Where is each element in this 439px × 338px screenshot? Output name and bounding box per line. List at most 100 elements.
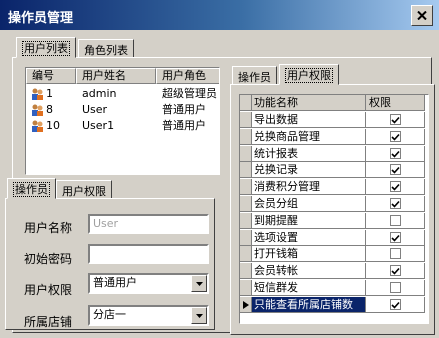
permission-checkbox[interactable] xyxy=(389,164,401,175)
tab-user-list[interactable]: 用户列表 xyxy=(16,37,76,58)
permission-name: 会员转帐 xyxy=(252,263,366,279)
permission-checkbox[interactable] xyxy=(389,131,401,142)
permission-row[interactable]: 兑换商品管理 xyxy=(240,129,425,145)
permission-checkbox[interactable] xyxy=(389,232,401,243)
user-name: User1 xyxy=(82,119,115,132)
permission-cell xyxy=(366,297,425,313)
title-bar[interactable]: 操作员管理 xyxy=(0,0,439,30)
row-pointer-icon xyxy=(242,300,249,309)
user-row[interactable]: 10 User1 普通用户 xyxy=(26,118,219,134)
permission-label: 用户权限 xyxy=(24,283,73,297)
column-header-permission[interactable]: 权限 xyxy=(366,95,425,111)
permission-name: 消费积分管理 xyxy=(252,179,366,195)
permission-cell xyxy=(366,263,425,279)
permission-checkbox[interactable] xyxy=(389,198,401,209)
permission-cell xyxy=(366,129,425,145)
row-indicator[interactable] xyxy=(240,263,252,279)
permission-row[interactable]: 到期提醒 xyxy=(240,213,425,229)
window-title: 操作员管理 xyxy=(8,11,74,26)
username-field[interactable]: User xyxy=(88,214,209,234)
permission-row[interactable]: 会员转帐 xyxy=(240,263,425,279)
user-id: 10 xyxy=(46,119,60,132)
permission-row[interactable]: 统计报表 xyxy=(240,146,425,162)
user-grid[interactable]: 编号 用户姓名 用户角色 1 admin 超级管理员 8 User 普通用户 1… xyxy=(25,67,220,175)
permission-row[interactable]: 短信群发 xyxy=(240,280,425,296)
permission-checkbox[interactable] xyxy=(389,248,401,259)
tab-user-permission-right[interactable]: 用户权限 xyxy=(279,64,339,85)
user-name: admin xyxy=(82,87,117,100)
row-indicator[interactable] xyxy=(240,246,252,262)
tab-user-permission[interactable]: 用户权限 xyxy=(56,180,112,199)
permission-name: 短信群发 xyxy=(252,280,366,296)
tab-operator[interactable]: 操作员 xyxy=(7,178,56,199)
permission-row[interactable]: 兑换记录 xyxy=(240,162,425,178)
tab-operator-right-label: 操作员 xyxy=(238,71,271,84)
user-row[interactable]: 8 User 普通用户 xyxy=(26,102,219,118)
permission-checkbox[interactable] xyxy=(389,299,401,310)
permission-row[interactable]: 消费积分管理 xyxy=(240,179,425,195)
permission-checkbox[interactable] xyxy=(389,282,401,293)
store-label: 所属店铺 xyxy=(24,315,73,329)
close-button[interactable] xyxy=(411,5,433,26)
permission-cell xyxy=(366,246,425,262)
permission-grid-header: 功能名称 权限 xyxy=(240,95,425,111)
user-icon xyxy=(32,104,43,116)
row-indicator[interactable] xyxy=(240,162,252,178)
permission-checkbox[interactable] xyxy=(389,114,401,125)
permission-checkbox[interactable] xyxy=(389,181,401,192)
permission-name: 只能查看所属店铺数 xyxy=(252,297,366,313)
tab-operator-right[interactable]: 操作员 xyxy=(232,66,277,85)
checkmark-icon xyxy=(390,183,400,191)
row-indicator[interactable] xyxy=(240,129,252,145)
password-label: 初始密码 xyxy=(24,252,73,266)
close-icon xyxy=(417,11,427,20)
permission-grid[interactable]: 功能名称 权限 导出数据 兑换商品管理 统计报表 兑换记录 消费积分管理 会员分组 到期提醒… xyxy=(239,94,429,324)
permission-cell xyxy=(366,213,425,229)
row-indicator[interactable] xyxy=(240,280,252,296)
permission-checkbox[interactable] xyxy=(389,265,401,276)
permission-row[interactable]: 导出数据 xyxy=(240,112,425,128)
tab-role-list[interactable]: 角色列表 xyxy=(78,39,134,58)
store-dropdown-button[interactable] xyxy=(191,307,207,324)
column-header-name[interactable]: 用户姓名 xyxy=(76,68,156,84)
permission-checkbox[interactable] xyxy=(389,215,401,226)
row-indicator[interactable] xyxy=(240,213,252,229)
permission-cell xyxy=(366,162,425,178)
password-field[interactable] xyxy=(88,244,209,264)
row-indicator[interactable] xyxy=(240,146,252,162)
permission-dropdown-button[interactable] xyxy=(191,275,207,292)
row-indicator[interactable] xyxy=(240,179,252,195)
user-role: 普通用户 xyxy=(162,119,206,132)
row-indicator[interactable] xyxy=(240,196,252,212)
user-icon xyxy=(32,120,43,132)
permission-select[interactable]: 普通用户 xyxy=(88,273,209,294)
permission-checkbox[interactable] xyxy=(389,148,401,159)
user-icon xyxy=(32,88,43,100)
row-indicator[interactable] xyxy=(240,230,252,246)
store-select[interactable]: 分店一 xyxy=(88,305,209,326)
checkmark-icon xyxy=(390,234,400,242)
chevron-down-icon xyxy=(195,281,203,286)
permission-row[interactable]: 只能查看所属店铺数 xyxy=(240,297,425,313)
permission-row[interactable]: 打开钱箱 xyxy=(240,246,425,262)
operator-management-window: 操作员管理 用户列表 角色列表 编号 用户姓名 用户角色 1 admin 超级管… xyxy=(0,0,439,338)
user-id: 1 xyxy=(46,87,53,100)
tab-user-list-label: 用户列表 xyxy=(22,41,70,56)
column-header-role[interactable]: 用户角色 xyxy=(156,68,219,84)
user-grid-header: 编号 用户姓名 用户角色 xyxy=(26,68,219,84)
column-header-function[interactable]: 功能名称 xyxy=(252,95,366,111)
permission-name: 到期提醒 xyxy=(252,213,366,229)
user-role: 普通用户 xyxy=(162,103,206,116)
permission-select-value: 普通用户 xyxy=(93,276,137,289)
permission-cell xyxy=(366,280,425,296)
permission-name: 打开钱箱 xyxy=(252,246,366,262)
column-header-id[interactable]: 编号 xyxy=(26,68,76,84)
checkmark-icon xyxy=(390,200,400,208)
row-indicator[interactable] xyxy=(240,297,252,313)
user-row[interactable]: 1 admin 超级管理员 xyxy=(26,86,219,102)
permission-row[interactable]: 选项设置 xyxy=(240,230,425,246)
checkmark-icon xyxy=(390,116,400,124)
permission-row[interactable]: 会员分组 xyxy=(240,196,425,212)
row-indicator[interactable] xyxy=(240,112,252,128)
user-id: 8 xyxy=(46,103,53,116)
